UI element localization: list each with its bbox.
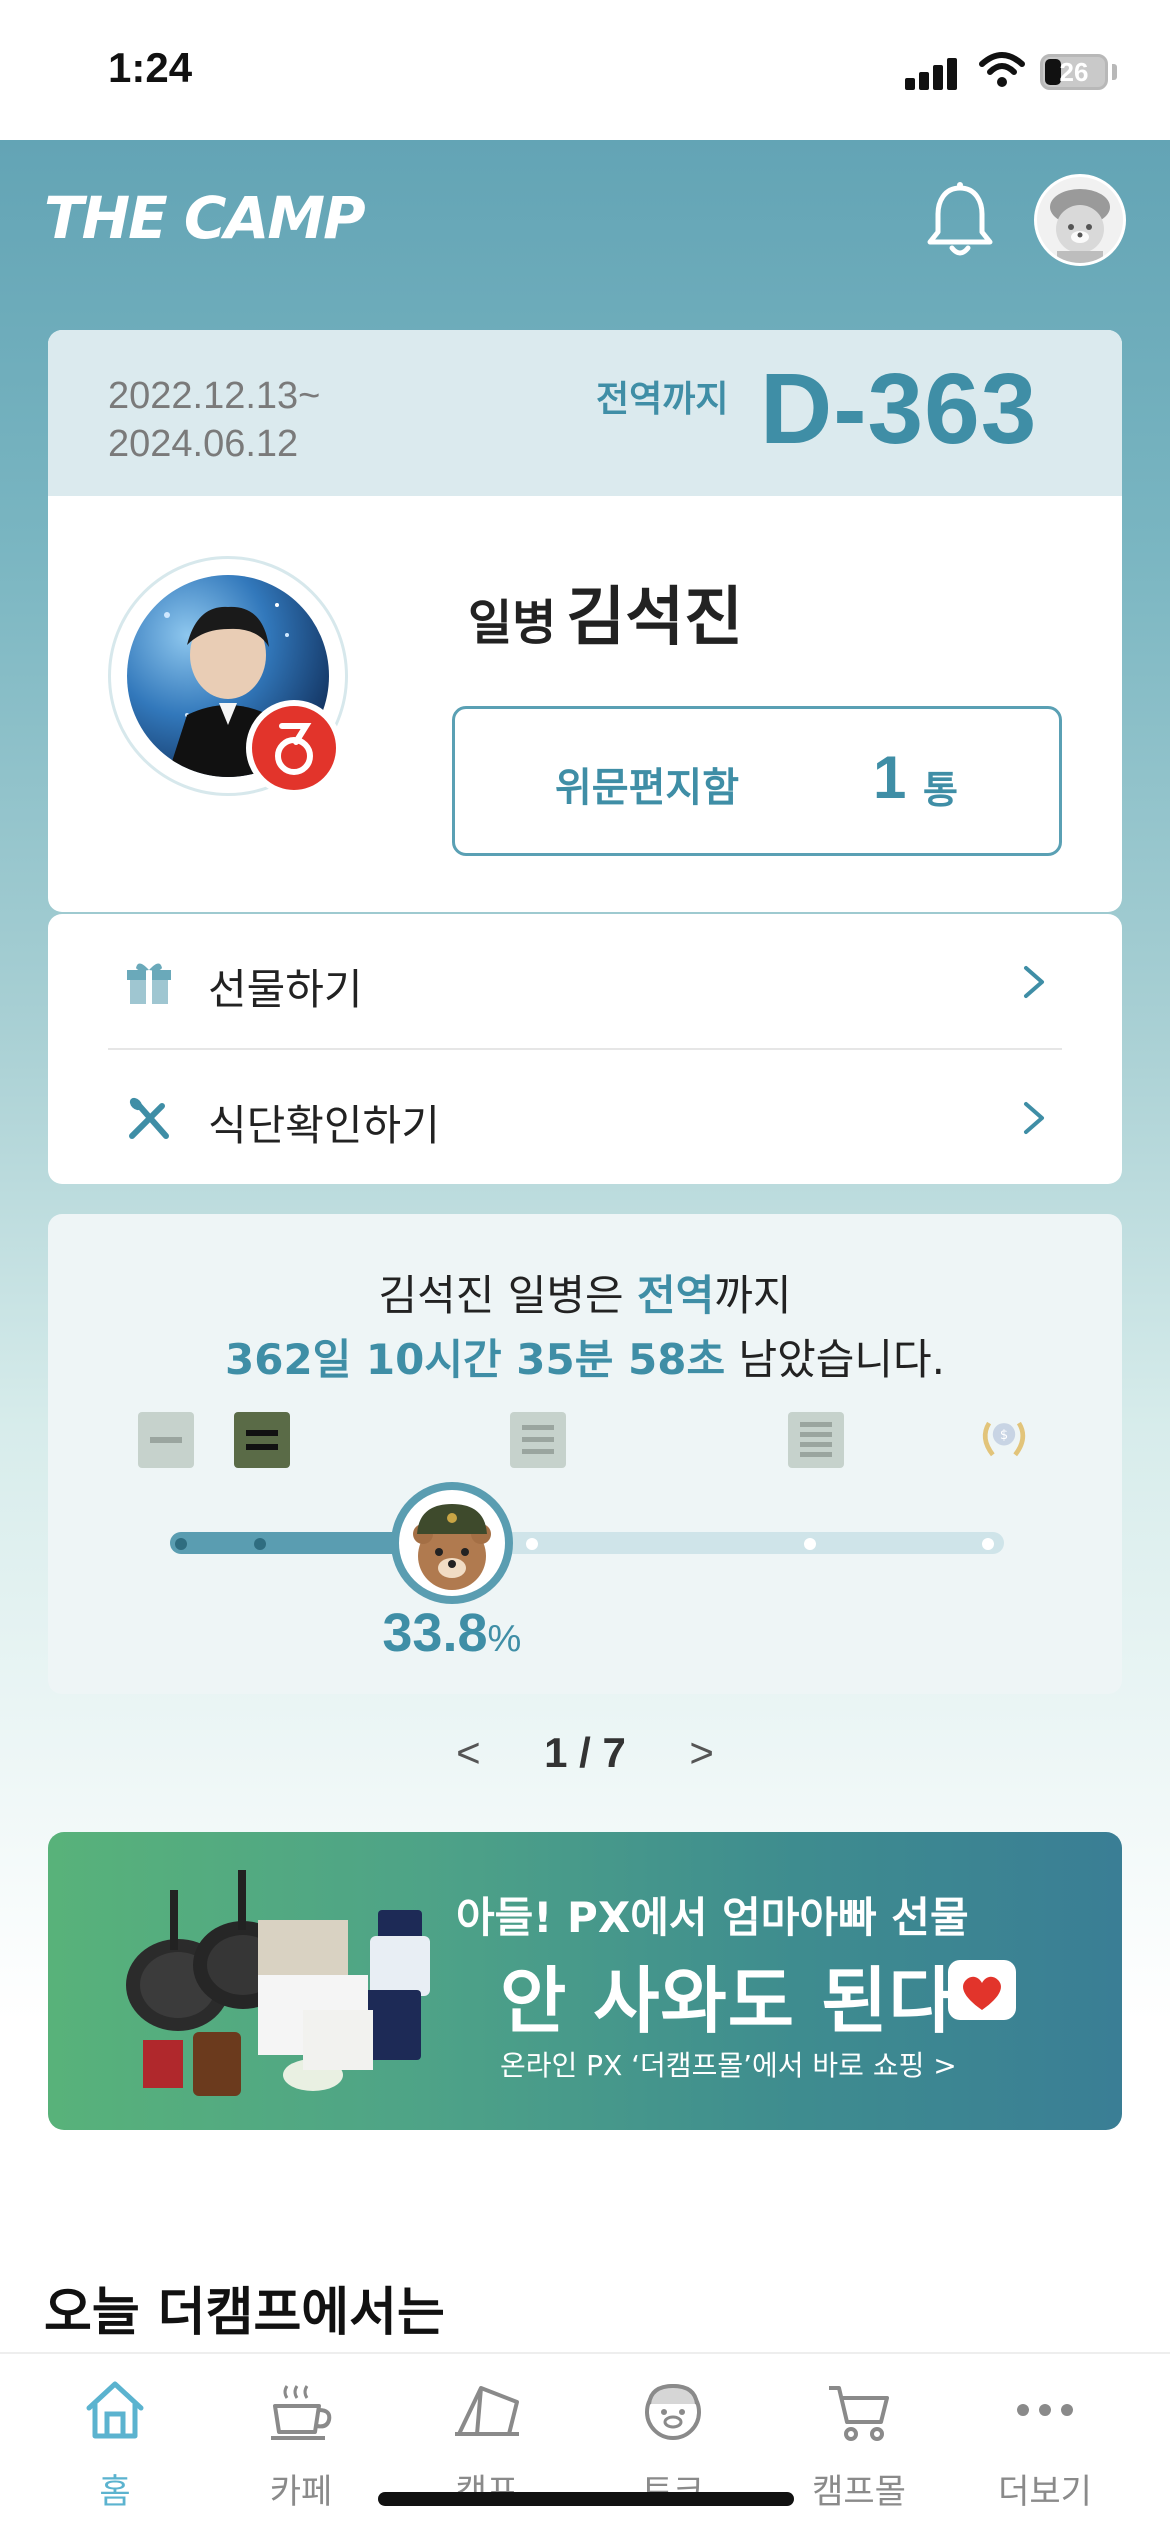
letter-count: 1	[873, 744, 907, 811]
battery-icon: 26	[1040, 54, 1108, 90]
discharge-progress-card: 김석진 일병은 전역까지 362일 10시간 35분 58초 남았습니다. $ …	[48, 1214, 1122, 1694]
service-period-header: 2022.12.13~ 2024.06.12 전역까지 D-363	[48, 330, 1122, 496]
pager-prev-button[interactable]: <	[443, 1729, 493, 1777]
section-title: 오늘 더캠프에서는	[44, 2283, 445, 2343]
private-rank-icon	[138, 1412, 194, 1468]
tab-label: 캠프몰	[812, 2472, 906, 2512]
dday-value: D-363	[760, 353, 1038, 465]
remaining-time: 362일 10시간 35분 58초	[225, 1335, 726, 1384]
quick-menu-card: 선물하기 식단확인하기	[48, 914, 1122, 1184]
tab-more[interactable]: 더보기	[970, 2374, 1120, 2513]
letter-count-unit: 통	[923, 768, 958, 812]
menu-item-gift[interactable]: 선물하기	[48, 914, 1122, 1048]
status-time: 1:24	[108, 44, 193, 91]
home-icon	[86, 2381, 144, 2439]
sergeant-rank-icon	[788, 1412, 844, 1468]
app-screen: 1:24 26 THE CAMP 2022.12.13~ 2024.06.12 …	[0, 0, 1170, 2532]
coffee-cup-icon	[271, 2385, 332, 2440]
card-pager: < 1 / 7 >	[0, 1726, 1170, 1777]
status-bar: 1:24 26	[0, 0, 1170, 140]
menu-item-label: 식단확인하기	[208, 1101, 440, 1150]
service-info-card: 2022.12.13~ 2024.06.12 전역까지 D-363 일병 김석진…	[48, 330, 1122, 912]
start-date: 2022.12.13~	[108, 375, 321, 417]
tab-label: 카페	[269, 2472, 333, 2512]
more-dots-icon	[1017, 2404, 1073, 2416]
bear-soldier-icon	[1050, 189, 1110, 263]
soldier-rank: 일병	[468, 595, 557, 651]
service-dates: 2022.12.13~ 2024.06.12	[108, 372, 320, 468]
tab-cafe[interactable]: 카페	[226, 2374, 376, 2513]
progress-percent-unit: %	[487, 1618, 522, 1660]
tab-label: 더보기	[998, 2472, 1092, 2512]
letter-box-button[interactable]: 위문편지함 1 통	[452, 706, 1062, 856]
progress-step-dot	[982, 1538, 994, 1550]
heart-icon	[948, 1960, 1016, 2020]
notification-bell-icon[interactable]	[922, 180, 998, 262]
remaining-highlight: 전역	[636, 1271, 715, 1320]
pager-indicator: 1 / 7	[544, 1728, 626, 1776]
remaining-text-line2: 362일 10시간 35분 58초 남았습니다.	[48, 1326, 1122, 1387]
menu-item-label: 선물하기	[208, 965, 363, 1014]
progress-step-dot	[526, 1538, 538, 1550]
progress-step-dot	[804, 1538, 816, 1550]
tent-icon	[455, 2386, 519, 2436]
banner-headline: 아들! PX에서 엄마아빠 선물	[456, 1893, 969, 1942]
tab-campmall[interactable]: 캠프몰	[784, 2374, 934, 2513]
dday-label: 전역까지	[596, 379, 729, 420]
home-indicator	[378, 2492, 794, 2506]
bear-face-icon	[645, 2383, 701, 2440]
cart-icon	[829, 2386, 889, 2441]
cellular-signal-icon	[905, 56, 959, 90]
private-first-class-rank-icon	[234, 1412, 290, 1468]
user-avatar[interactable]	[1034, 174, 1126, 266]
menu-item-meal[interactable]: 식단확인하기	[48, 1050, 1122, 1184]
svg-text:$: $	[1000, 1428, 1008, 1443]
remaining-time-suffix: 남았습니다.	[725, 1335, 945, 1384]
tab-home[interactable]: 홈	[40, 2374, 190, 2513]
chevron-right-icon	[1024, 966, 1044, 998]
soldier-name: 일병 김석진	[468, 566, 743, 658]
corporal-rank-icon	[510, 1412, 566, 1468]
banner-cta: 온라인 PX ‘더캠프몰’에서 바로 쇼핑 >	[500, 2049, 957, 2082]
progress-step-dot	[254, 1538, 266, 1550]
bear-soldier-mascot-icon	[390, 1482, 513, 1604]
rank-badge-icon	[246, 700, 342, 796]
discharge-progress-bar	[170, 1532, 1004, 1554]
wifi-icon	[979, 52, 1025, 87]
promo-banner[interactable]: 아들! PX에서 엄마아빠 선물 안 사와도 된다 온라인 PX ‘더캠프몰’에…	[48, 1832, 1122, 2130]
discharge-laurel-icon: $	[982, 1421, 1026, 1457]
end-date: 2024.06.12	[108, 423, 299, 465]
progress-step-dot	[175, 1538, 187, 1550]
utensils-icon	[129, 1097, 169, 1139]
progress-percent: 33.8%	[382, 1602, 521, 1664]
remaining-suffix: 까지	[714, 1271, 792, 1320]
chevron-right-icon	[1024, 1102, 1044, 1134]
product-bundle-image	[126, 1870, 430, 2096]
banner-title: 안 사와도 된다	[500, 1959, 956, 2043]
pager-next-button[interactable]: >	[677, 1729, 727, 1777]
remaining-subject: 김석진 일병은	[378, 1271, 637, 1320]
gift-icon	[127, 963, 171, 1004]
battery-level: 26	[1059, 57, 1089, 87]
battery-cap	[1112, 64, 1117, 80]
app-logo[interactable]: THE CAMP	[44, 184, 366, 252]
tab-label: 홈	[99, 2472, 131, 2512]
progress-percent-value: 33.8	[382, 1603, 488, 1663]
remaining-text-line1: 김석진 일병은 전역까지	[48, 1262, 1122, 1323]
letter-box-label: 위문편지함	[555, 765, 739, 811]
soldier-name-text: 김석진	[566, 581, 743, 655]
